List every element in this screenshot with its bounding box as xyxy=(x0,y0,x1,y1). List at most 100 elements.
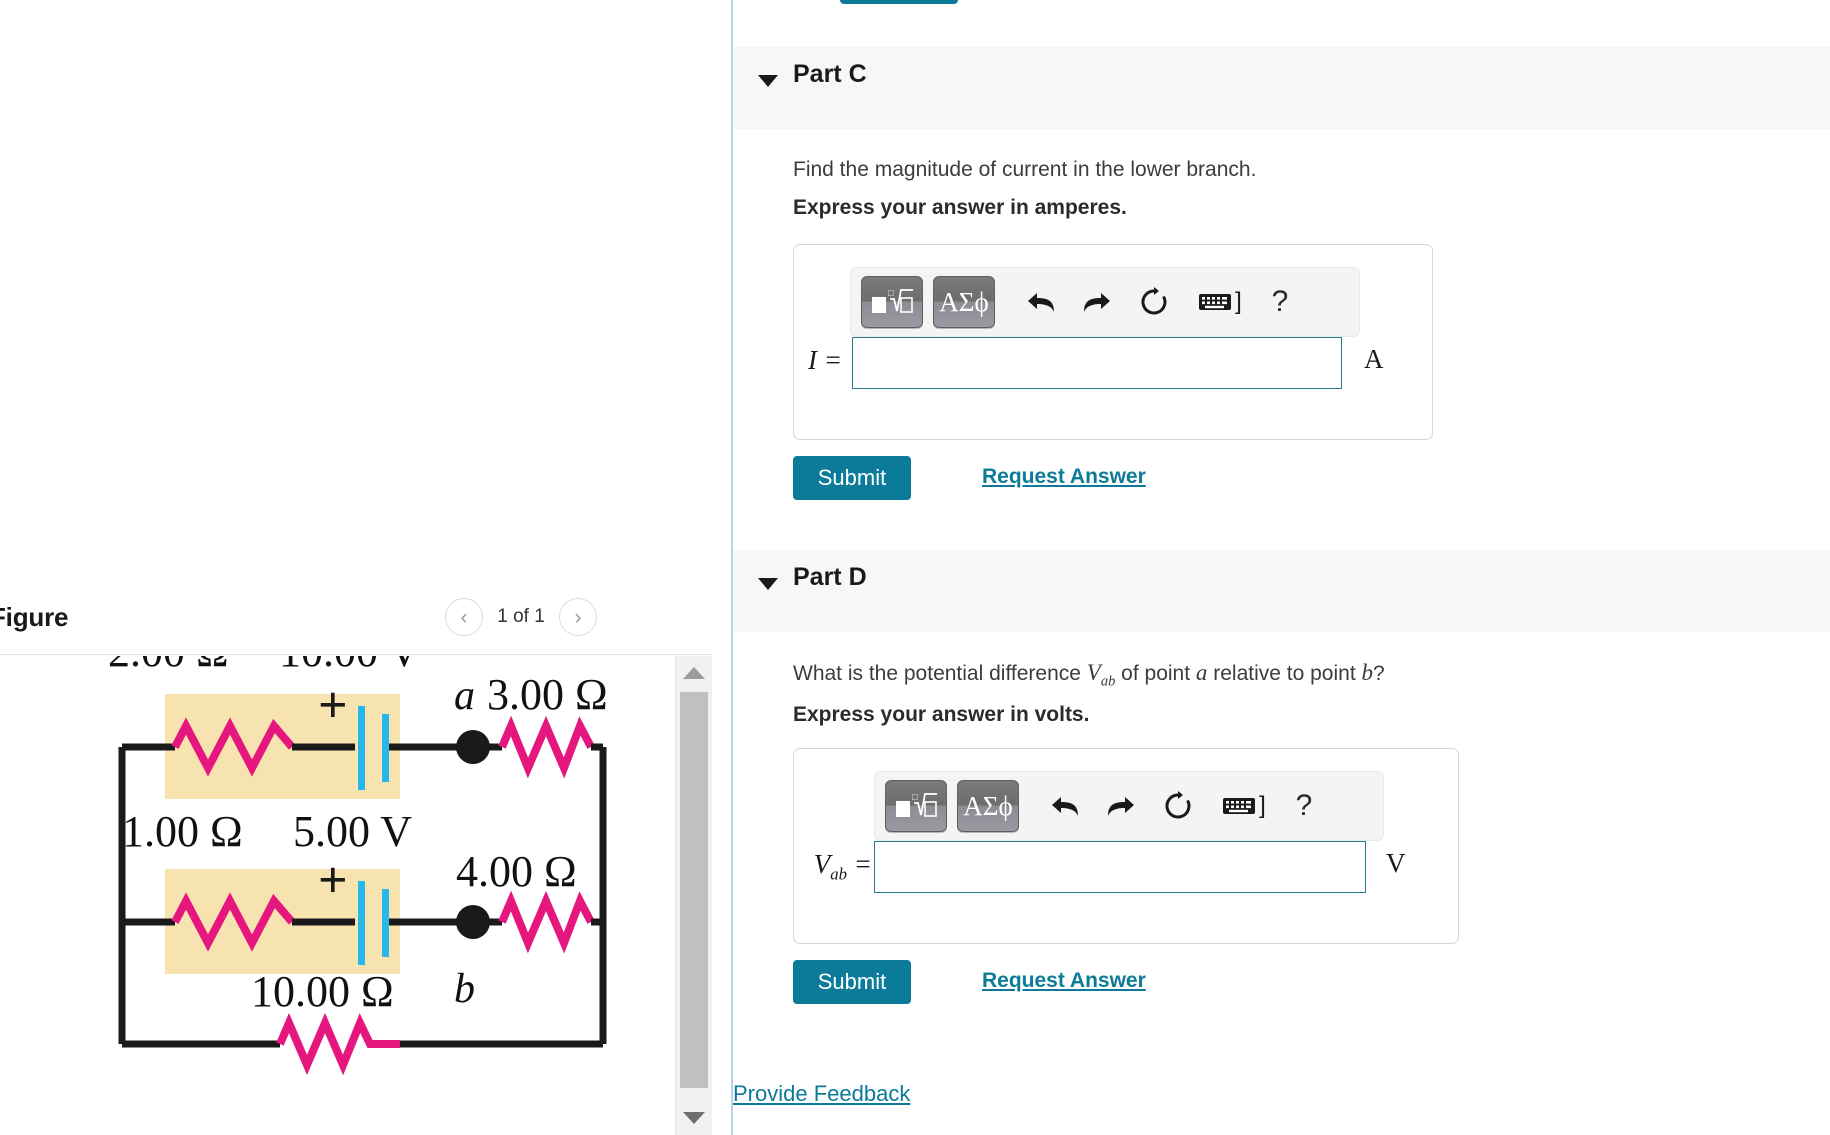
math-template-icon[interactable]: □ xyxy=(885,780,947,832)
part-d-submit-button[interactable]: Submit xyxy=(793,960,911,1004)
caret-down-icon[interactable] xyxy=(758,75,778,87)
redo-icon[interactable] xyxy=(1069,276,1125,328)
redo-icon[interactable] xyxy=(1093,780,1149,832)
circuit-diagram-svg: + + 2.00 Ω 10.00 V a 3.00 Ω 1.00 Ω 5.00 … xyxy=(108,656,608,1076)
keyboard-icon[interactable]: ] xyxy=(1183,276,1257,328)
label-r-1ohm: 1.00 Ω xyxy=(122,807,243,856)
part-c-header: Part C xyxy=(733,47,1830,129)
figure-panel: Figure ‹ 1 of 1 › xyxy=(0,0,731,1135)
part-c-answer-unit: A xyxy=(1364,344,1384,374)
part-d-answer-label-sub: ab xyxy=(830,864,848,884)
part-d-answer-label-main: V xyxy=(813,849,831,879)
part-c-answer-box: □ ΑΣϕ] ? I = A xyxy=(793,244,1433,440)
keyboard-glyph xyxy=(1223,798,1256,814)
part-d-answer-unit: V xyxy=(1386,848,1406,878)
label-r-4ohm: 4.00 Ω xyxy=(456,847,577,896)
figure-pager: ‹ 1 of 1 › xyxy=(445,598,597,636)
part-d-math-toolbar: □ ΑΣϕ] ? xyxy=(874,771,1384,841)
label-emf-10v: 10.00 V xyxy=(279,656,420,676)
battery-10v-long-plate xyxy=(358,706,365,790)
undo-glyph xyxy=(1028,293,1054,312)
math-template-icon[interactable]: □ xyxy=(861,276,923,328)
node-b-dot xyxy=(456,905,490,939)
polarity-plus-top: + xyxy=(318,677,348,734)
undo-icon[interactable] xyxy=(1013,276,1069,328)
part-d-title: Part D xyxy=(793,563,867,591)
part-c-math-toolbar: □ ΑΣϕ] ? xyxy=(850,267,1360,337)
scroll-down-arrow-icon[interactable] xyxy=(676,1101,712,1135)
help-icon[interactable]: ? xyxy=(1257,276,1303,328)
part-c-prompt: Find the magnitude of current in the low… xyxy=(793,158,1257,181)
part-d-request-answer-link[interactable]: Request Answer xyxy=(982,969,1146,993)
part-d-prompt-var-vab: Vab xyxy=(1086,660,1116,690)
math-template-glyph: □ xyxy=(872,288,913,313)
scroll-up-arrow-icon[interactable] xyxy=(676,656,712,690)
figure-scrollbar[interactable] xyxy=(675,656,712,1135)
help-icon[interactable]: ? xyxy=(1281,780,1327,832)
keyboard-bracket-label: ] xyxy=(1235,288,1242,315)
chevron-right-icon[interactable]: › xyxy=(559,598,597,636)
part-c-submit-button[interactable]: Submit xyxy=(793,456,911,500)
part-d-instruction: Express your answer in volts. xyxy=(793,703,1090,726)
redo-glyph xyxy=(1084,293,1110,312)
figure-header: Figure ‹ 1 of 1 › xyxy=(0,590,712,655)
resistor-10ohm xyxy=(276,1012,400,1076)
label-emf-5v: 5.00 V xyxy=(293,807,412,856)
part-d-prompt-mid2: relative to point xyxy=(1207,662,1362,685)
provide-feedback-link[interactable]: Provide Feedback xyxy=(733,1081,910,1107)
question-content: Part C Find the magnitude of current in … xyxy=(733,0,1830,1135)
redo-glyph xyxy=(1108,797,1134,816)
part-d-answer-input[interactable] xyxy=(874,841,1366,893)
scroll-up-triangle xyxy=(683,667,705,679)
keyboard-glyph xyxy=(1199,294,1232,310)
part-d-prompt-var-b: b xyxy=(1361,660,1374,685)
label-r-2ohm: 2.00 Ω xyxy=(108,656,229,676)
scroll-down-triangle xyxy=(683,1112,705,1124)
battery-5v-short-plate xyxy=(382,889,389,957)
part-d-prompt-end: ? xyxy=(1373,662,1385,685)
reset-icon[interactable] xyxy=(1125,276,1183,328)
part-d-answer-label: Vab = xyxy=(794,849,872,884)
keyboard-icon[interactable]: ] xyxy=(1207,780,1281,832)
node-a-dot xyxy=(456,730,490,764)
battery-5v-long-plate xyxy=(358,881,365,965)
math-template-glyph: □ xyxy=(896,792,937,817)
circuit-diagram: + + 2.00 Ω 10.00 V a 3.00 Ω 1.00 Ω 5.00 … xyxy=(0,656,675,1135)
part-d-prompt-pre: What is the potential difference xyxy=(793,662,1087,685)
part-c-answer-input[interactable] xyxy=(852,337,1342,389)
keyboard-bracket-label: ] xyxy=(1259,792,1266,819)
previous-submit-button-cutoff[interactable] xyxy=(840,0,958,4)
svg-text:□: □ xyxy=(888,288,894,298)
label-node-a: a xyxy=(454,673,475,719)
part-c-answer-label: I = xyxy=(808,345,842,375)
part-c-request-answer-link[interactable]: Request Answer xyxy=(982,465,1146,489)
reset-icon[interactable] xyxy=(1149,780,1207,832)
label-r-3ohm: 3.00 Ω xyxy=(487,670,608,719)
svg-text:□: □ xyxy=(912,792,918,802)
resistor-4ohm xyxy=(498,890,595,954)
undo-icon[interactable] xyxy=(1037,780,1093,832)
caret-down-icon[interactable] xyxy=(758,578,778,590)
greek-symbols-button[interactable]: ΑΣϕ xyxy=(933,276,995,328)
figure-body: + + 2.00 Ω 10.00 V a 3.00 Ω 1.00 Ω 5.00 … xyxy=(0,656,712,1135)
undo-glyph xyxy=(1052,797,1078,816)
part-c-instruction: Express your answer in amperes. xyxy=(793,196,1127,219)
reset-glyph xyxy=(1141,287,1167,315)
polarity-plus-mid: + xyxy=(318,852,348,909)
scrollbar-thumb[interactable] xyxy=(680,692,708,1088)
part-d-prompt-var-a: a xyxy=(1195,660,1208,685)
part-d-header: Part D xyxy=(733,550,1830,632)
page-root: Figure ‹ 1 of 1 › xyxy=(0,0,1830,1135)
chevron-left-icon[interactable]: ‹ xyxy=(445,598,483,636)
greek-symbols-button[interactable]: ΑΣϕ xyxy=(957,780,1019,832)
reset-glyph xyxy=(1165,791,1191,819)
part-c-title: Part C xyxy=(793,60,867,88)
part-d-answer-label-eq: = xyxy=(853,849,872,879)
part-d-prompt: What is the potential difference Vab of … xyxy=(793,660,1385,691)
label-node-b: b xyxy=(454,966,475,1012)
resistor-3ohm xyxy=(498,715,595,779)
battery-10v-short-plate xyxy=(382,714,389,782)
figure-page-label: 1 of 1 xyxy=(497,606,545,627)
part-d-prompt-mid: of point xyxy=(1115,662,1196,685)
label-r-10ohm: 10.00 Ω xyxy=(251,967,394,1016)
